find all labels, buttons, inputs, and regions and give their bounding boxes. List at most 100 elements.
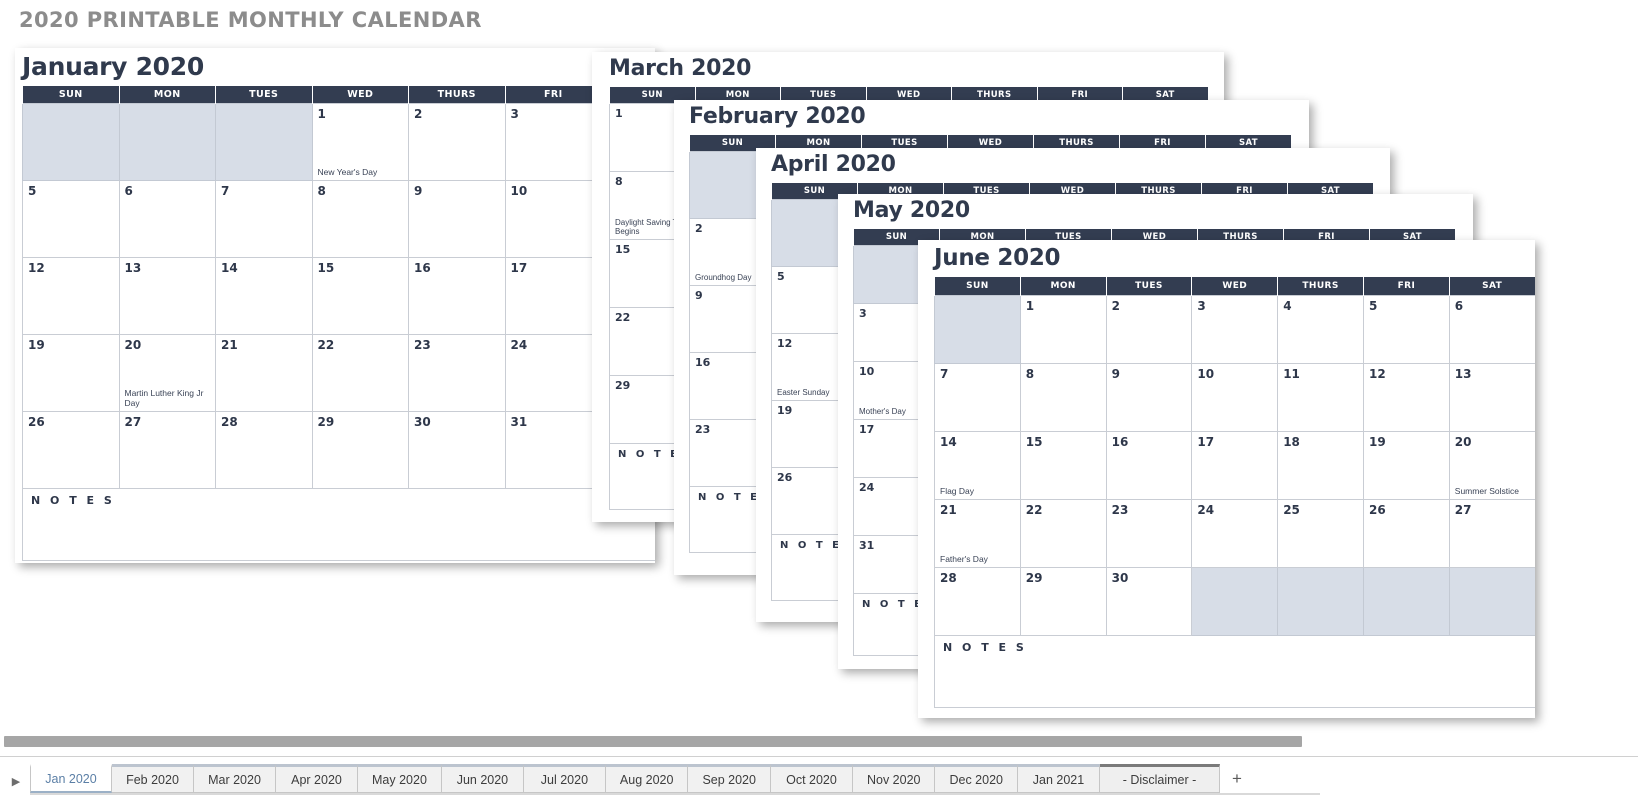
sheet-tab-sep-2020[interactable]: Sep 2020 [688, 764, 771, 793]
calendar-sheet-january[interactable]: January 2020SUNMONTUESWEDTHURSFRISAT1New… [15, 48, 655, 563]
day-number: 22 [1025, 502, 1043, 517]
calendar-cell-empty[interactable] [1277, 566, 1364, 636]
calendar-cell-day[interactable]: 10 [504, 179, 602, 258]
calendar-cell-day[interactable]: 2 [408, 102, 506, 181]
sheet-tab-jul-2020[interactable]: Jul 2020 [523, 764, 606, 793]
calendar-cell-day[interactable]: 28 [934, 566, 1021, 636]
calendar-cell-day[interactable]: 29 [311, 410, 409, 489]
day-number: 10 [510, 183, 528, 198]
calendar-cell-empty[interactable] [1362, 566, 1450, 636]
sheet-tab-mar-2020[interactable]: Mar 2020 [194, 764, 276, 793]
calendar-cell-day[interactable]: 14 Flag Day [934, 430, 1021, 500]
calendar-cell-day[interactable]: 1 New Year's Day [311, 102, 409, 181]
sheet-tab-jan-2021[interactable]: Jan 2021 [1018, 764, 1100, 793]
day-number: 21 [940, 502, 957, 517]
calendar-cell-day[interactable]: 4 [1277, 294, 1364, 364]
sheet-tab-aug-2020[interactable]: Aug 2020 [605, 764, 689, 793]
calendar-cell-day[interactable]: 16 [408, 256, 506, 335]
calendar-cell-empty[interactable] [118, 102, 216, 181]
calendar-cell-day[interactable]: 22 [1019, 498, 1107, 568]
calendar-cell-day[interactable]: 27 [118, 410, 216, 489]
calendar-cell-day[interactable]: 2 [1105, 294, 1193, 364]
notes-area[interactable]: N O T E S [22, 487, 655, 561]
calendar-cell-day[interactable]: 6 [1448, 294, 1535, 364]
calendar-cell-day[interactable]: 15 [311, 256, 409, 335]
day-number: 17 [1197, 434, 1215, 449]
calendar-cell-day[interactable]: 19 [22, 333, 120, 412]
calendar-cell-day[interactable]: 31 [504, 410, 602, 489]
calendar-cell-day[interactable]: 17 [504, 256, 602, 335]
sheet-tab-feb-2020[interactable]: Feb 2020 [112, 764, 194, 793]
tab-scroll-right-icon[interactable]: ▶ [8, 773, 24, 789]
calendar-cell-empty[interactable] [1191, 566, 1279, 636]
day-number: 5 [28, 183, 37, 198]
calendar-cell-day[interactable]: 13 [118, 256, 216, 335]
calendar-cell-day[interactable]: 7 [215, 179, 313, 258]
calendar-cell-day[interactable]: 21 [215, 333, 313, 412]
calendar-cell-empty[interactable] [934, 294, 1021, 364]
calendar-cell-day[interactable]: 16 [1105, 430, 1193, 500]
calendar-cell-day[interactable]: 1 [1019, 294, 1107, 364]
calendar-cell-day[interactable]: 14 [215, 256, 313, 335]
calendar-cell-day[interactable]: 8 [311, 179, 409, 258]
calendar-cell-day[interactable]: 11 [1277, 362, 1364, 432]
calendar-cell-day[interactable]: 20 Martin Luther King Jr Day [118, 333, 216, 412]
calendar-cell-day[interactable]: 23 [408, 333, 506, 412]
notes-area[interactable]: N O T E S [934, 634, 1535, 708]
calendar-cell-day[interactable]: 10 [1191, 362, 1279, 432]
spreadsheet-canvas: 2020 PRINTABLE MONTHLY CALENDAR January … [0, 0, 1638, 811]
notes-row[interactable]: N O T E S [22, 487, 655, 561]
calendar-cell-day[interactable]: 23 [1105, 498, 1193, 568]
weekday-header-sat: SAT [1448, 277, 1535, 295]
notes-row[interactable]: N O T E S [934, 634, 1535, 708]
calendar-cell-day[interactable]: 9 [1105, 362, 1193, 432]
horizontal-scrollbar-thumb[interactable] [4, 736, 1302, 747]
sheet-tab-apr-2020[interactable]: Apr 2020 [276, 764, 358, 793]
sheet-tab-dec-2020[interactable]: Dec 2020 [935, 764, 1018, 793]
calendar-cell-day[interactable]: 25 [1277, 498, 1364, 568]
calendar-cell-day[interactable]: 3 [504, 102, 602, 181]
calendar-sheet-june[interactable]: June 2020 SUN MON TUES WED THURS FRI SAT 1 2 3 4 5 6 7… [918, 240, 1535, 718]
sheet-tab-oct-2020[interactable]: Oct 2020 [770, 764, 853, 793]
horizontal-scrollbar[interactable] [0, 735, 1638, 748]
sheet-tab-jun-2020[interactable]: Jun 2020 [441, 764, 524, 793]
sheet-tab-jan-2020[interactable]: Jan 2020 [30, 764, 112, 793]
calendar-cell-day[interactable]: 7 [934, 362, 1021, 432]
calendar-cell-day[interactable]: 9 [408, 179, 506, 258]
calendar-cell-day[interactable]: 13 [1448, 362, 1535, 432]
calendar-cell-day[interactable]: 30 [408, 410, 506, 489]
calendar-cell-day[interactable]: 24 [1191, 498, 1279, 568]
sheet-tab-may-2020[interactable]: May 2020 [358, 764, 442, 793]
calendar-cell-day[interactable]: 29 [1019, 566, 1107, 636]
calendar-cell-empty[interactable] [215, 102, 313, 181]
calendar-cell-empty[interactable] [22, 102, 120, 181]
calendar-cell-day[interactable]: 6 [118, 179, 216, 258]
day-number: 6 [124, 183, 133, 198]
add-sheet-button[interactable]: + [1220, 764, 1254, 793]
calendar-cell-day[interactable]: 30 [1105, 566, 1193, 636]
calendar-cell-day[interactable]: 20 Summer Solstice [1448, 430, 1535, 500]
calendar-cell-day[interactable]: 12 [1362, 362, 1450, 432]
calendar-cell-day[interactable]: 8 [1019, 362, 1107, 432]
calendar-cell-day[interactable]: 17 [1191, 430, 1279, 500]
calendar-cell-day[interactable]: 3 [1191, 294, 1279, 364]
month-title-may: May 2020 [853, 198, 970, 223]
calendar-cell-day[interactable]: 21 Father's Day [934, 498, 1021, 568]
calendar-cell-day[interactable]: 27 [1448, 498, 1535, 568]
calendar-cell-day[interactable]: 28 [215, 410, 313, 489]
sheet-tab-nov-2020[interactable]: Nov 2020 [852, 764, 936, 793]
calendar-cell-day[interactable]: 19 [1362, 430, 1450, 500]
calendar-cell-day[interactable]: 22 [311, 333, 409, 412]
calendar-cell-day[interactable]: 26 [1362, 498, 1450, 568]
calendar-cell-day[interactable]: 18 [1277, 430, 1364, 500]
calendar-cell-empty[interactable] [1448, 566, 1535, 636]
day-number: 27 [124, 414, 142, 429]
calendar-cell-day[interactable]: 24 [504, 333, 602, 412]
sheet-tab-disclaimer[interactable]: - Disclaimer - [1100, 764, 1220, 793]
calendar-cell-day[interactable]: 12 [22, 256, 120, 335]
calendar-cell-day[interactable]: 26 [22, 410, 120, 489]
calendar-cell-day[interactable]: 5 [22, 179, 120, 258]
calendar-cell-day[interactable]: 5 [1362, 294, 1450, 364]
day-number: 31 [510, 414, 528, 429]
calendar-cell-day[interactable]: 15 [1019, 430, 1107, 500]
